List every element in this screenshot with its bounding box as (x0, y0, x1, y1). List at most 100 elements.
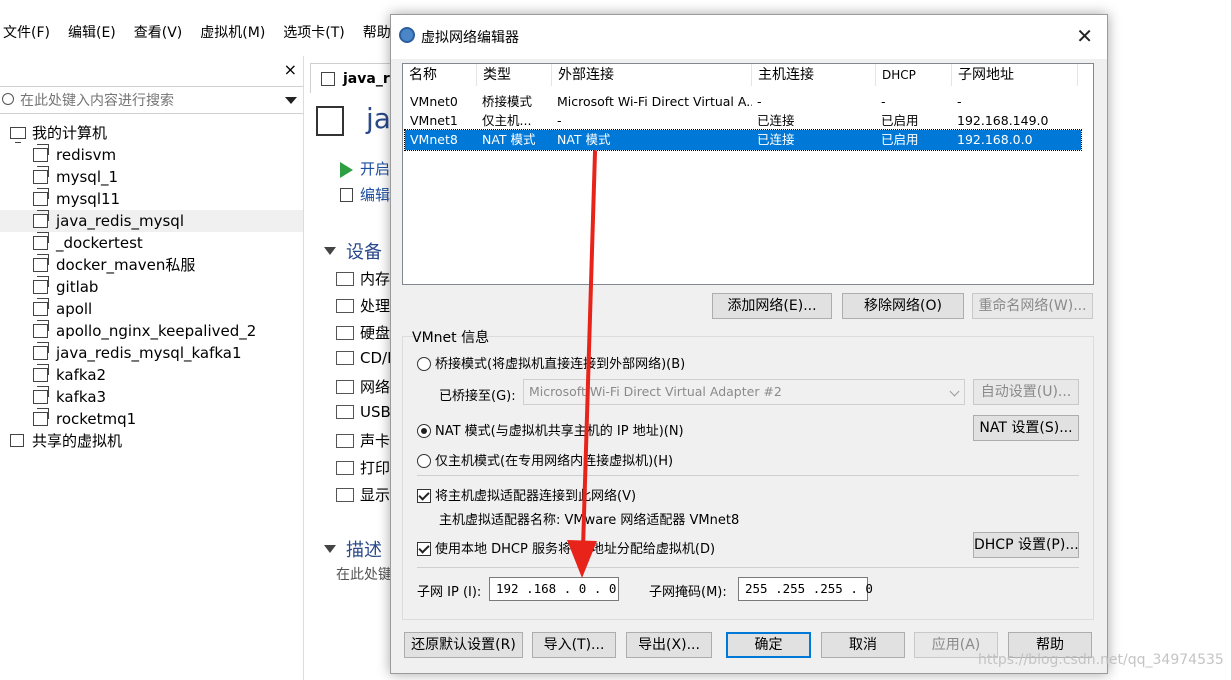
device-row[interactable]: USB (336, 403, 391, 421)
add-network-button[interactable]: 添加网络(E)... (712, 293, 832, 319)
device-row[interactable]: 处理 (336, 295, 390, 316)
device-row[interactable]: 打印 (336, 457, 390, 478)
import-button[interactable]: 导入(T)... (532, 632, 616, 658)
vm-name: apollo_nginx_keepalived_2 (56, 322, 257, 340)
menu-edit[interactable]: 编辑(E) (59, 22, 125, 42)
library-search-input[interactable] (20, 91, 270, 111)
use-dhcp-checkbox[interactable]: 使用本地 DHCP 服务将 IP 地址分配给虚拟机(D) (417, 538, 715, 557)
menu-view[interactable]: 查看(V) (125, 22, 192, 42)
description-placeholder[interactable]: 在此处键 (336, 564, 392, 584)
tree-item-vm[interactable]: java_redis_mysql_kafka1 (0, 342, 303, 364)
tree-item-vm-selected[interactable]: java_redis_mysql (0, 210, 303, 232)
bridged-to-label: 已桥接至(G): (439, 389, 516, 404)
devices-header[interactable]: 设备 (324, 238, 382, 264)
vm-icon (33, 298, 49, 316)
device-label: 网络 (360, 378, 391, 396)
library-close-button[interactable]: × (284, 60, 297, 79)
remove-network-button[interactable]: 移除网络(O) (842, 293, 964, 319)
device-label: USB (360, 403, 391, 421)
bridge-mode-label: 桥接模式(将虚拟机直接连接到外部网络)(B) (435, 357, 686, 372)
tree-root-my-computer[interactable]: 我的计算机 (0, 122, 303, 144)
tree-item-vm[interactable]: mysql_1 (0, 166, 303, 188)
edit-icon[interactable] (340, 188, 353, 202)
subnet-mask-field[interactable]: 255 .255 .255 . 0 (738, 577, 873, 601)
device-row[interactable]: 网络 (336, 376, 390, 397)
vm-name: docker_maven私服 (56, 256, 196, 274)
menu-tabs[interactable]: 选项卡(T) (274, 22, 353, 42)
column-name[interactable]: 名称 (403, 64, 477, 86)
network-globe-icon (399, 27, 415, 43)
vm-name: _dockertest (56, 234, 143, 252)
tree-item-vm[interactable]: _dockertest (0, 232, 303, 254)
vm-name: rocketmq1 (56, 410, 137, 428)
vm-name: kafka2 (56, 366, 107, 384)
bridge-mode-radio[interactable]: 桥接模式(将虚拟机直接连接到外部网络)(B) (417, 353, 685, 372)
rename-network-button[interactable]: 重命名网络(W)... (972, 293, 1093, 319)
column-type[interactable]: 类型 (477, 64, 552, 86)
devices-header-label: 设备 (346, 242, 382, 263)
tree-item-vm[interactable]: rocketmq1 (0, 408, 303, 430)
watermark-text: https://blog.csdn.net/qq_34974535 (978, 652, 1224, 668)
nat-settings-button[interactable]: NAT 设置(S)... (973, 415, 1079, 441)
device-row[interactable]: 硬盘 (336, 322, 390, 343)
device-label: 声卡 (360, 432, 391, 450)
play-icon[interactable] (340, 162, 353, 178)
dialog-titlebar: 虚拟网络编辑器 ✕ (391, 15, 1107, 59)
vm-name: java_redis_mysql_kafka1 (56, 344, 242, 362)
device-label: 硬盘 (360, 324, 391, 342)
connect-adapter-checkbox[interactable]: 将主机虚拟适配器连接到此网络(V) (417, 485, 636, 504)
network-list[interactable]: 名称 类型 外部连接 主机连接 DHCP 子网地址 VMnet0 桥接模式 Mi… (402, 63, 1094, 285)
vm-name: gitlab (56, 278, 99, 296)
tree-item-vm[interactable]: mysql11 (0, 188, 303, 210)
nat-mode-radio[interactable]: NAT 模式(与虚拟机共享主机的 IP 地址)(N) (417, 420, 684, 439)
tree-item-vm[interactable]: apoll (0, 298, 303, 320)
tree-item-vm[interactable]: docker_maven私服 (0, 254, 303, 276)
close-icon[interactable]: ✕ (1076, 23, 1093, 49)
bridged-to-select[interactable]: Microsoft Wi-Fi Direct Virtual Adapter #… (523, 379, 965, 405)
vm-name: mysql_1 (56, 168, 119, 186)
dialog-title: 虚拟网络编辑器 (421, 30, 519, 46)
column-host[interactable]: 主机连接 (752, 64, 876, 86)
device-row[interactable]: 声卡 (336, 430, 390, 451)
network-row[interactable]: VMnet1 仅主机... - 已连接 已启用 192.168.149.0 (405, 111, 1081, 131)
tree-root-shared[interactable]: 共享的虚拟机 (0, 430, 303, 452)
tree-item-vm[interactable]: redisvm (0, 144, 303, 166)
vm-large-icon (316, 106, 344, 136)
vm-icon (33, 320, 49, 338)
cell-name: VMnet1 (410, 113, 458, 128)
tree-item-vm[interactable]: gitlab (0, 276, 303, 298)
vm-name: kafka3 (56, 388, 107, 406)
menu-vm[interactable]: 虚拟机(M) (191, 22, 274, 42)
network-icon (336, 380, 354, 394)
power-on-link[interactable]: 开启 (360, 158, 390, 179)
display-icon (336, 488, 354, 502)
dhcp-settings-button[interactable]: DHCP 设置(P)... (973, 532, 1079, 558)
cell-host: 已连接 (757, 132, 795, 147)
auto-settings-button[interactable]: 自动设置(U)... (973, 379, 1079, 405)
tree-item-vm[interactable]: apollo_nginx_keepalived_2 (0, 320, 303, 342)
restore-defaults-button[interactable]: 还原默认设置(R) (404, 632, 523, 658)
description-header[interactable]: 描述 (324, 536, 382, 562)
edit-settings-link[interactable]: 编辑 (360, 184, 390, 205)
network-row[interactable]: VMnet0 桥接模式 Microsoft Wi-Fi Direct Virtu… (405, 92, 1081, 112)
column-dhcp[interactable]: DHCP (876, 64, 952, 86)
cell-external: NAT 模式 (557, 132, 611, 147)
vm-icon (33, 364, 49, 382)
ok-button[interactable]: 确定 (726, 632, 811, 658)
tree-item-vm[interactable]: kafka3 (0, 386, 303, 408)
subnet-ip-field[interactable]: 192 .168 . 0 . 0 (489, 577, 619, 601)
column-external[interactable]: 外部连接 (552, 64, 752, 86)
vm-icon (33, 144, 49, 162)
network-row-selected[interactable]: VMnet8 NAT 模式 NAT 模式 已连接 已启用 192.168.0.0 (404, 129, 1082, 151)
device-row[interactable]: 显示 (336, 484, 390, 505)
cancel-button[interactable]: 取消 (821, 632, 905, 658)
tree-item-vm[interactable]: kafka2 (0, 364, 303, 386)
host-only-radio[interactable]: 仅主机模式(在专用网络内连接虚拟机)(H) (417, 450, 673, 469)
chevron-down-icon[interactable] (285, 97, 297, 104)
export-button[interactable]: 导出(X)... (626, 632, 712, 658)
menu-file[interactable]: 文件(F) (0, 22, 59, 42)
device-row[interactable]: 内存 (336, 268, 390, 289)
tab-java-redis[interactable]: java_re (310, 63, 400, 93)
column-subnet[interactable]: 子网地址 (952, 64, 1078, 86)
usb-icon (336, 405, 354, 419)
